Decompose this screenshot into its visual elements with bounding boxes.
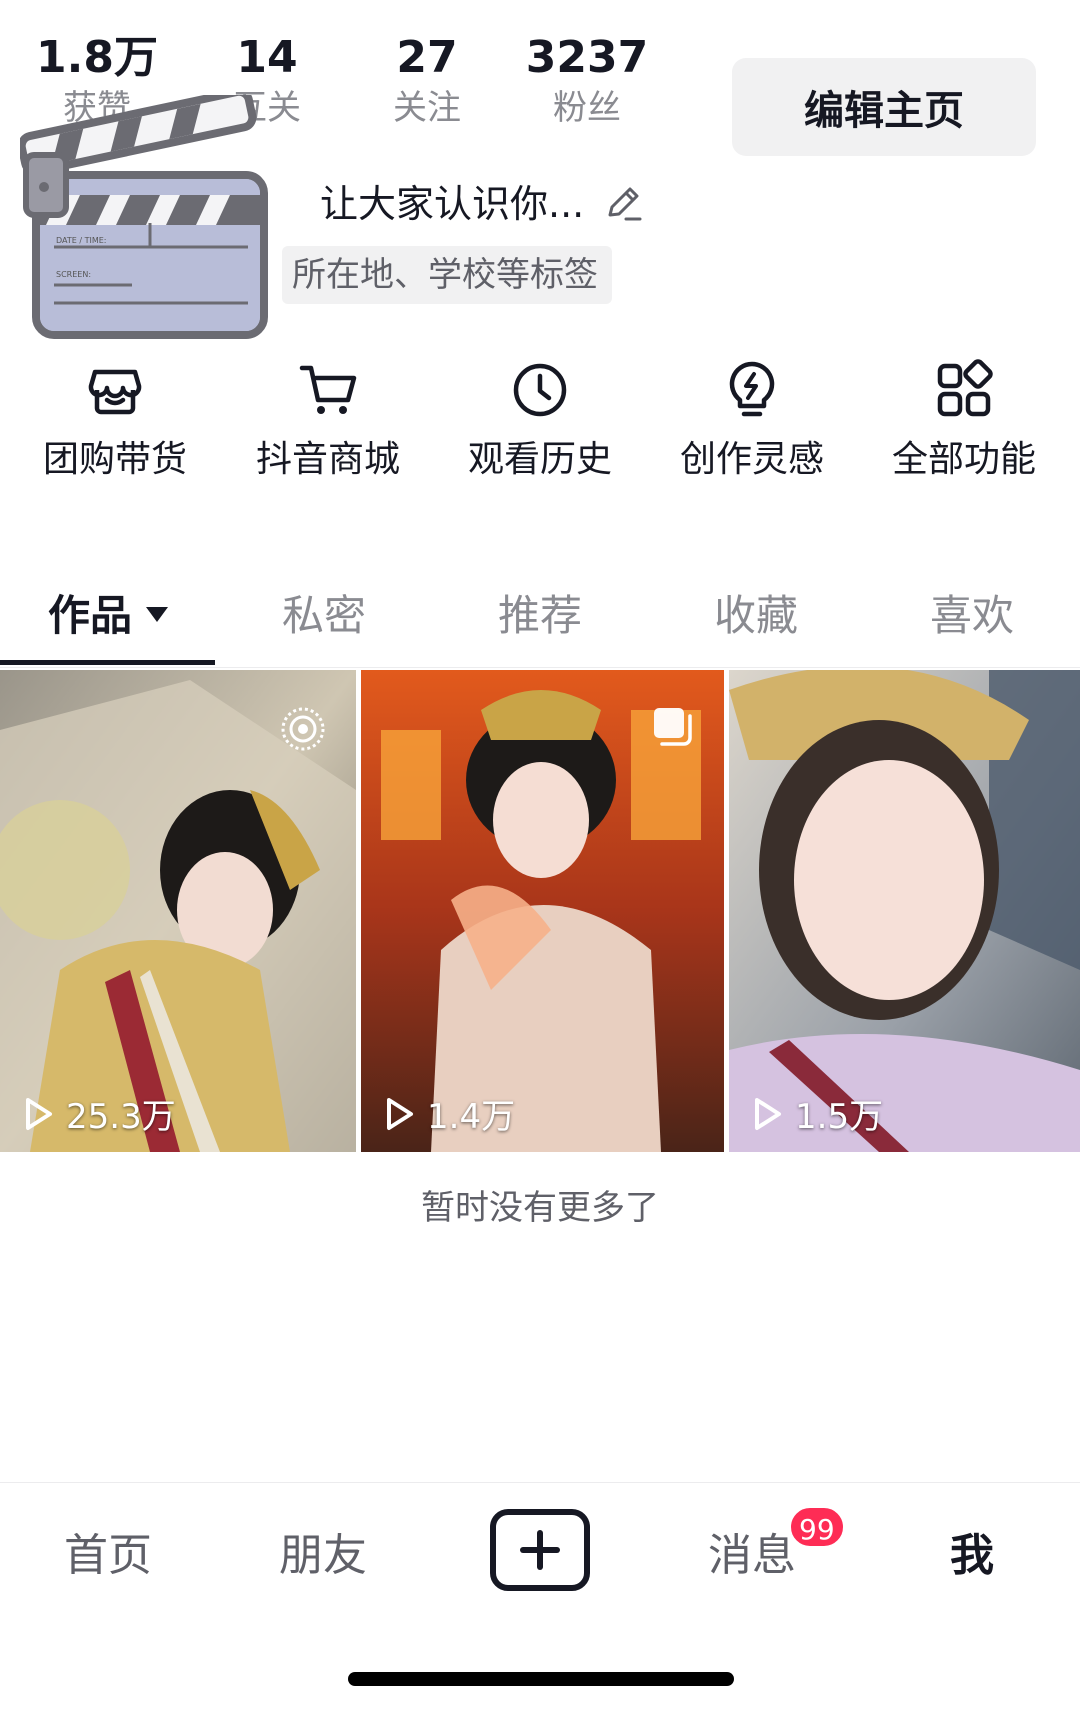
nav-me[interactable]: 我 bbox=[872, 1523, 1072, 1589]
tab-works[interactable]: 作品 bbox=[0, 576, 216, 656]
bio-prompt-text: 让大家认识你... bbox=[320, 182, 585, 226]
add-tags-chip[interactable]: 所在地、学校等标签 bbox=[282, 246, 612, 304]
store-icon bbox=[88, 369, 142, 415]
video-grid: 25.3万 1.4万 1.5万 bbox=[0, 670, 1080, 1152]
play-icon bbox=[387, 1097, 413, 1130]
cart-icon bbox=[299, 365, 357, 414]
home-indicator bbox=[348, 1672, 734, 1686]
tab-favorites[interactable]: 收藏 bbox=[648, 576, 864, 656]
nav-home[interactable]: 首页 bbox=[8, 1523, 208, 1589]
fans-label: 粉丝 bbox=[553, 88, 621, 128]
pencil-icon[interactable] bbox=[600, 181, 646, 227]
feature-label: 全部功能 bbox=[891, 439, 1036, 480]
mutual-count: 14 bbox=[236, 32, 298, 83]
following-count: 27 bbox=[396, 32, 458, 83]
plus-icon-vertical bbox=[537, 1530, 543, 1570]
feature-group-buy[interactable]: 团购带货 bbox=[15, 358, 215, 484]
feature-mall[interactable]: 抖音商城 bbox=[228, 358, 428, 484]
tab-likes[interactable]: 喜欢 bbox=[864, 576, 1080, 656]
nav-friends[interactable]: 朋友 bbox=[223, 1523, 423, 1589]
bio-prompt[interactable]: 让大家认识你... bbox=[320, 178, 646, 230]
tab-works-label: 作品 bbox=[47, 591, 132, 640]
create-post-button[interactable] bbox=[490, 1509, 590, 1591]
grid-icon bbox=[937, 359, 993, 417]
profile-tabs: 作品 私密 推荐 收藏 喜欢 bbox=[0, 576, 1080, 668]
feature-history[interactable]: 观看历史 bbox=[440, 358, 640, 484]
view-count: 25.3万 bbox=[18, 1089, 176, 1138]
sticker-screen-text: SCREEN: bbox=[56, 270, 91, 279]
active-tab-indicator bbox=[0, 660, 215, 665]
multi-image-icon bbox=[654, 708, 692, 746]
fans-count: 3237 bbox=[525, 32, 649, 83]
fans-stat[interactable]: 3237 粉丝 bbox=[512, 30, 662, 130]
tab-private[interactable]: 私密 bbox=[216, 576, 432, 656]
bottom-navigation: 首页 朋友 消息 99 我 bbox=[0, 1482, 1080, 1632]
following-label: 关注 bbox=[393, 88, 461, 128]
lightbulb-icon bbox=[729, 361, 775, 417]
video-cover-image bbox=[729, 670, 1080, 1152]
caret-down-icon bbox=[146, 607, 168, 622]
sticker-date-text: DATE / TIME: bbox=[56, 236, 107, 245]
feature-shortcuts: 团购带货 抖音商城 观看历史 创作灵感 全部功能 bbox=[0, 358, 1080, 488]
following-stat[interactable]: 27 关注 bbox=[352, 30, 502, 130]
feature-all-functions[interactable]: 全部功能 bbox=[864, 358, 1064, 484]
tab-recommend[interactable]: 推荐 bbox=[432, 576, 648, 656]
messages-badge: 99 bbox=[788, 1505, 846, 1549]
view-count-text: 1.5万 bbox=[795, 1097, 884, 1137]
clock-icon bbox=[513, 363, 567, 417]
clapperboard-icon: DATE / TIME: SCREEN: bbox=[20, 95, 268, 339]
feature-label: 抖音商城 bbox=[255, 439, 400, 480]
view-count-text: 25.3万 bbox=[66, 1097, 176, 1137]
video-thumbnail[interactable]: 1.5万 bbox=[729, 670, 1080, 1152]
view-count-text: 1.4万 bbox=[427, 1097, 516, 1137]
view-count: 1.4万 bbox=[379, 1089, 515, 1138]
feature-inspiration[interactable]: 创作灵感 bbox=[652, 358, 852, 484]
feature-label: 团购带货 bbox=[42, 439, 187, 480]
no-more-content-text: 暂时没有更多了 bbox=[421, 1188, 659, 1228]
video-thumbnail[interactable]: 1.4万 bbox=[361, 670, 724, 1152]
live-icon bbox=[281, 707, 325, 751]
play-icon bbox=[26, 1097, 52, 1130]
video-thumbnail[interactable]: 25.3万 bbox=[0, 670, 356, 1152]
edit-profile-button[interactable]: 编辑主页 bbox=[732, 58, 1036, 156]
view-count: 1.5万 bbox=[747, 1089, 883, 1138]
play-icon bbox=[755, 1097, 781, 1130]
likes-count: 1.8万 bbox=[36, 32, 158, 83]
feature-label: 观看历史 bbox=[467, 439, 612, 480]
feature-label: 创作灵感 bbox=[679, 439, 824, 480]
